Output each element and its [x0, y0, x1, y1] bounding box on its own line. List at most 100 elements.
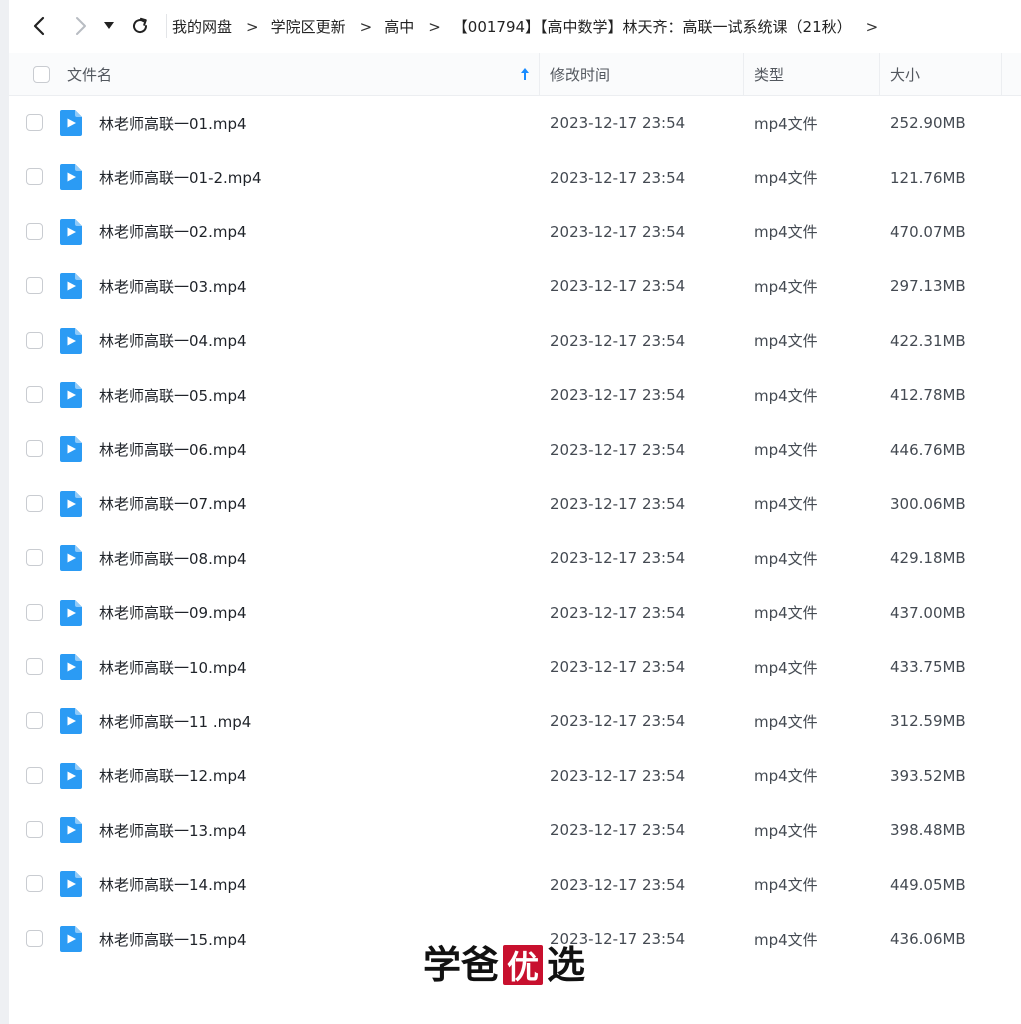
- row-checkbox[interactable]: [26, 712, 43, 730]
- file-row[interactable]: 林老师高联一01.mp4 2023-12-17 23:54 mp4文件 252.90M…: [9, 96, 1021, 150]
- history-dropdown-button[interactable]: [99, 12, 119, 40]
- row-checkbox[interactable]: [26, 494, 43, 512]
- file-name[interactable]: 林老师高联一08.mp4: [99, 531, 247, 585]
- file-name[interactable]: 林老师高联一10.mp4: [99, 640, 247, 694]
- column-header-name[interactable]: 文件名: [67, 53, 112, 95]
- file-type: mp4文件: [754, 549, 818, 568]
- file-type: mp4文件: [754, 114, 818, 133]
- column-divider: [879, 53, 880, 95]
- file-name[interactable]: 林老师高联一03.mp4: [99, 259, 247, 313]
- file-type: mp4文件: [754, 658, 818, 677]
- column-divider: [743, 53, 744, 95]
- file-size: 433.75MB: [890, 658, 966, 677]
- column-header-size[interactable]: 大小: [890, 53, 920, 95]
- breadcrumb-separator: >: [428, 17, 441, 36]
- file-row[interactable]: 林老师高联一12.mp4 2023-12-17 23:54 mp4文件 393.52M…: [9, 749, 1021, 803]
- breadcrumb-separator: >: [246, 17, 259, 36]
- breadcrumb: 我的网盘 > 学院区更新 > 高中 > 【001794】【高中数学】林天齐：高联…: [172, 0, 890, 53]
- watermark-logo: 学 爸 优 选: [423, 940, 585, 990]
- file-type: mp4文件: [754, 169, 818, 188]
- file-list: 林老师高联一01.mp4 2023-12-17 23:54 mp4文件 252.90M…: [9, 96, 1021, 966]
- row-checkbox[interactable]: [26, 440, 43, 458]
- row-checkbox[interactable]: [26, 821, 43, 839]
- file-size: 446.76MB: [890, 440, 966, 459]
- file-type: mp4文件: [754, 604, 818, 623]
- file-name[interactable]: 林老师高联一02.mp4: [99, 205, 247, 259]
- select-all-cell: [33, 53, 50, 95]
- row-checkbox[interactable]: [26, 657, 43, 675]
- file-name[interactable]: 林老师高联一13.mp4: [99, 803, 247, 857]
- video-file-icon: [60, 164, 82, 191]
- file-modified-date: 2023-12-17 23:54: [550, 821, 686, 840]
- file-name[interactable]: 林老师高联一01-2.mp4: [99, 150, 262, 204]
- file-row[interactable]: 林老师高联一10.mp4 2023-12-17 23:54 mp4文件 433.75M…: [9, 640, 1021, 694]
- row-checkbox[interactable]: [26, 114, 43, 131]
- row-checkbox[interactable]: [26, 603, 43, 621]
- breadcrumb-separator: >: [359, 17, 373, 36]
- left-panel-edge: [0, 0, 9, 1024]
- back-button[interactable]: [25, 12, 53, 40]
- file-row[interactable]: 林老师高联一11 .mp4 2023-12-17 23:54 mp4文件 312.59…: [9, 694, 1021, 748]
- video-file-icon: [60, 817, 82, 844]
- file-row[interactable]: 林老师高联一04.mp4 2023-12-17 23:54 mp4文件 422.31M…: [9, 314, 1021, 368]
- watermark-char: 学: [423, 942, 462, 987]
- file-name[interactable]: 林老师高联一05.mp4: [99, 368, 247, 422]
- breadcrumb-item-my-disk[interactable]: 我的网盘: [172, 16, 232, 37]
- row-checkbox[interactable]: [26, 766, 43, 784]
- file-row[interactable]: 林老师高联一02.mp4 2023-12-17 23:54 mp4文件 470.07M…: [9, 205, 1021, 259]
- file-size: 398.48MB: [890, 821, 966, 840]
- file-name[interactable]: 林老师高联一06.mp4: [99, 422, 247, 476]
- video-file-icon: [60, 327, 82, 354]
- breadcrumb-item-high-school[interactable]: 高中: [384, 16, 414, 37]
- row-checkbox[interactable]: [26, 277, 43, 295]
- file-name[interactable]: 林老师高联一15.mp4: [99, 912, 247, 966]
- file-row[interactable]: 林老师高联一05.mp4 2023-12-17 23:54 mp4文件 412.78M…: [9, 368, 1021, 422]
- breadcrumb-separator: >: [865, 17, 879, 36]
- file-row[interactable]: 林老师高联一14.mp4 2023-12-17 23:54 mp4文件 449.05M…: [9, 857, 1021, 911]
- file-size: 449.05MB: [890, 875, 966, 894]
- file-name[interactable]: 林老师高联一14.mp4: [99, 857, 247, 911]
- file-size: 393.52MB: [890, 766, 966, 785]
- row-checkbox[interactable]: [26, 331, 43, 349]
- video-file-icon: [60, 218, 82, 245]
- file-modified-date: 2023-12-17 23:54: [550, 766, 686, 785]
- file-type: mp4文件: [754, 332, 818, 351]
- row-checkbox[interactable]: [26, 222, 43, 240]
- file-name[interactable]: 林老师高联一07.mp4: [99, 477, 247, 531]
- file-row[interactable]: 林老师高联一13.mp4 2023-12-17 23:54 mp4文件 398.48M…: [9, 803, 1021, 857]
- forward-button[interactable]: [67, 12, 95, 40]
- file-modified-date: 2023-12-17 23:54: [550, 386, 686, 405]
- file-row[interactable]: 林老师高联一01-2.mp4 2023-12-17 23:54 mp4文件 121.7…: [9, 150, 1021, 204]
- breadcrumb-item-current-folder[interactable]: 【001794】【高中数学】林天齐：高联一试系统课（21秋）: [453, 16, 852, 37]
- file-name[interactable]: 林老师高联一04.mp4: [99, 314, 247, 368]
- column-divider: [1001, 53, 1002, 95]
- file-size: 297.13MB: [890, 277, 966, 296]
- video-file-icon: [60, 871, 82, 898]
- file-size: 436.06MB: [890, 930, 966, 949]
- row-checkbox[interactable]: [26, 549, 43, 567]
- file-row[interactable]: 林老师高联一09.mp4 2023-12-17 23:54 mp4文件 437.00M…: [9, 586, 1021, 640]
- video-file-icon: [60, 708, 82, 735]
- file-row[interactable]: 林老师高联一06.mp4 2023-12-17 23:54 mp4文件 446.76M…: [9, 422, 1021, 476]
- file-name[interactable]: 林老师高联一12.mp4: [99, 749, 247, 803]
- refresh-button[interactable]: [126, 12, 154, 40]
- toolbar: 我的网盘 > 学院区更新 > 高中 > 【001794】【高中数学】林天齐：高联…: [9, 0, 1021, 53]
- breadcrumb-item-updates[interactable]: 学院区更新: [271, 16, 346, 37]
- file-name[interactable]: 林老师高联一01.mp4: [99, 96, 247, 150]
- row-checkbox[interactable]: [26, 168, 43, 186]
- row-checkbox[interactable]: [26, 929, 43, 947]
- file-modified-date: 2023-12-17 23:54: [550, 277, 686, 296]
- row-checkbox[interactable]: [26, 875, 43, 893]
- file-row[interactable]: 林老师高联一08.mp4 2023-12-17 23:54 mp4文件 429.18M…: [9, 531, 1021, 585]
- column-header-type[interactable]: 类型: [754, 53, 784, 95]
- file-row[interactable]: 林老师高联一07.mp4 2023-12-17 23:54 mp4文件 300.06M…: [9, 477, 1021, 531]
- file-type: mp4文件: [754, 712, 818, 731]
- file-name[interactable]: 林老师高联一09.mp4: [99, 586, 247, 640]
- sort-ascending-icon[interactable]: [520, 67, 530, 81]
- file-type: mp4文件: [754, 767, 818, 786]
- column-header-date[interactable]: 修改时间: [550, 53, 610, 95]
- row-checkbox[interactable]: [26, 385, 43, 403]
- file-name[interactable]: 林老师高联一11 .mp4: [99, 694, 251, 748]
- select-all-checkbox[interactable]: [33, 65, 50, 83]
- file-row[interactable]: 林老师高联一03.mp4 2023-12-17 23:54 mp4文件 297.13M…: [9, 259, 1021, 313]
